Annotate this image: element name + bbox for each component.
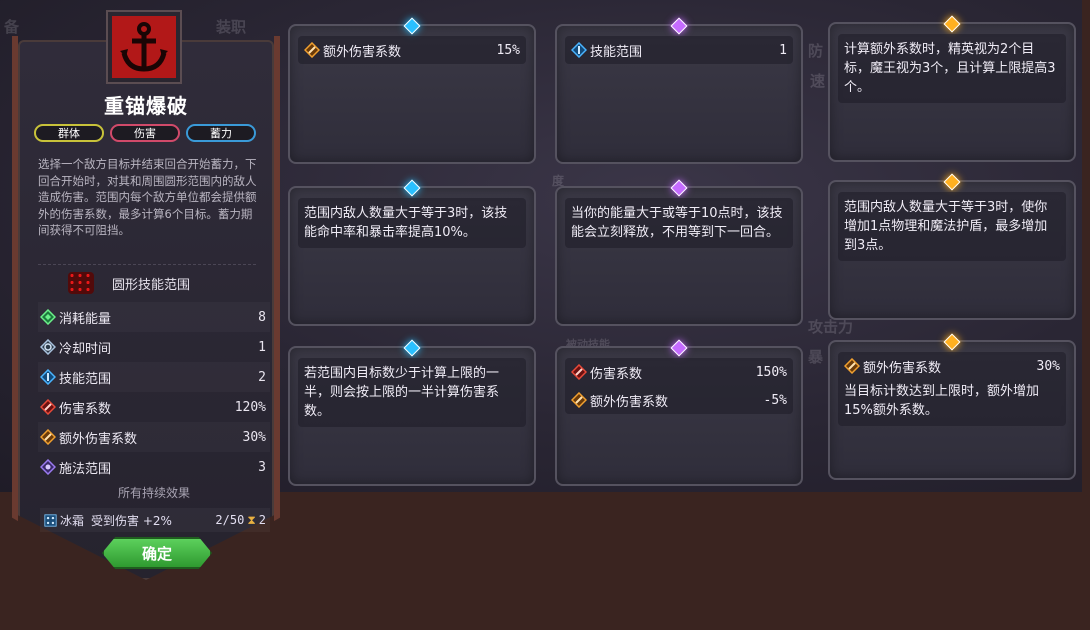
frost-icon: [44, 513, 57, 527]
card-stat-label: 额外伤害系数: [590, 394, 669, 410]
ghost-text: 暴: [808, 348, 824, 366]
stat-value: 120%: [234, 399, 266, 415]
background-lower: [280, 492, 1090, 630]
stat-value: 30%: [242, 429, 266, 445]
damage-icon: [571, 364, 587, 380]
stat-row-energy: 消耗能量 8: [38, 302, 270, 332]
card-text: 当你的能量大于或等于10点时，该技能会立刻释放，不用等到下一回合。: [571, 206, 783, 240]
upgrade-card[interactable]: 当你的能量大于或等于10点时，该技能会立刻释放，不用等到下一回合。: [555, 179, 803, 326]
ghost-text: 防: [808, 42, 824, 60]
anchor-icon: [108, 12, 180, 82]
tag-charge: 蓄力: [186, 124, 256, 142]
upgrade-card[interactable]: 若范围内目标数少于计算上限的一半，则会按上限的一半计算伤害系数。: [288, 339, 536, 486]
card-content: 伤害系数 150% 额外伤害系数 -5%: [565, 358, 793, 414]
effect-desc: 受到伤害 +2%: [91, 513, 172, 528]
upgrade-card[interactable]: 范围内敌人数量大于等于3时，该技能命中率和暴击率提高10%。: [288, 179, 536, 326]
upgrade-card[interactable]: 计算额外系数时，精英视为2个目标，魔王视为3个，且计算上限提高3个。: [828, 15, 1076, 162]
stat-label: 额外伤害系数: [59, 431, 138, 447]
card-content: 范围内敌人数量大于等于3时，使你增加1点物理和魔法护盾，最多增加到3点。: [838, 192, 1066, 261]
damage-icon: [40, 399, 56, 415]
extra-damage-icon: [304, 42, 320, 58]
card-stat-value: 15%: [496, 42, 520, 58]
skill-tags: 群体 伤害 蓄力: [34, 124, 256, 142]
effect-turns: 2: [258, 513, 266, 527]
stat-label: 消耗能量: [59, 311, 112, 327]
card-stat-value: 1: [779, 42, 787, 58]
card-stat-label: 技能范围: [590, 44, 643, 60]
stat-value: 1: [258, 339, 266, 355]
card-stat-label: 额外伤害系数: [863, 360, 942, 376]
divider: [38, 264, 256, 265]
stat-value: 2: [258, 369, 266, 385]
stat-row-cooldown: 冷却时间 1: [38, 332, 270, 362]
stat-row-skill-range: 技能范围 2: [38, 362, 270, 392]
upgrade-card[interactable]: 范围内敌人数量大于等于3时，使你增加1点物理和魔法护盾，最多增加到3点。: [828, 173, 1076, 320]
card-text: 计算额外系数时，精英视为2个目标，魔王视为3个，且计算上限提高3个。: [844, 42, 1056, 95]
stat-value: 3: [258, 459, 266, 475]
hourglass-icon: ⧗: [247, 512, 256, 527]
skill-range-icon: [571, 42, 587, 58]
stat-label: 施法范围: [59, 461, 112, 477]
card-stat-value: -5%: [763, 392, 787, 408]
stat-value: 8: [258, 309, 266, 325]
extra-damage-icon: [571, 392, 587, 408]
stats-list: 消耗能量 8 冷却时间 1 技能范围 2 伤害系数 120% 额外伤害系数 30…: [38, 302, 270, 482]
confirm-button[interactable]: 确定: [102, 537, 212, 569]
skill-description: 选择一个敌方目标并结束回合开始蓄力，下回合开始时，对其和周围圆形范围内的敌人造成…: [38, 157, 257, 237]
lasting-effects-title: 所有持续效果: [117, 486, 190, 500]
card-content: 额外伤害系数 15%: [298, 36, 526, 64]
card-stat-label: 伤害系数: [590, 366, 643, 382]
stat-row-damage: 伤害系数 120%: [38, 392, 270, 422]
upgrade-card[interactable]: 技能范围 1: [555, 17, 803, 164]
card-stat-line: 技能范围 1: [565, 36, 793, 64]
ghost-text: 速: [810, 72, 826, 90]
range-shape-label: 圆形技能范围: [112, 277, 191, 293]
card-stat-line: 额外伤害系数 30%: [838, 352, 1066, 380]
card-content: 范围内敌人数量大于等于3时，该技能命中率和暴击率提高10%。: [298, 198, 526, 248]
upgrade-card[interactable]: 额外伤害系数 15%: [288, 17, 536, 164]
lasting-effect-row[interactable]: 冰霜 受到伤害 +2% 2/50 ⧗ 2: [40, 508, 270, 532]
card-stat-line: 额外伤害系数 -5%: [565, 386, 793, 414]
card-content: 计算额外系数时，精英视为2个目标，魔王视为3个，且计算上限提高3个。: [838, 34, 1066, 103]
card-content: 若范围内目标数少于计算上限的一半，则会按上限的一半计算伤害系数。: [298, 358, 526, 427]
circle-range-icon: [68, 272, 94, 294]
tag-group: 群体: [34, 124, 104, 142]
card-text: 范围内敌人数量大于等于3时，使你增加1点物理和魔法护盾，最多增加到3点。: [844, 200, 1048, 253]
stat-label: 伤害系数: [59, 401, 112, 417]
skill-detail-panel: 重锚爆破 群体 伤害 蓄力 选择一个敌方目标并结束回合开始蓄力，下回合开始时，对…: [12, 0, 280, 630]
card-content: 技能范围 1: [565, 36, 793, 64]
skill-range-icon: [40, 369, 56, 385]
extra-damage-icon: [844, 358, 860, 374]
range-shape-row: 圆形技能范围: [68, 272, 190, 294]
upgrade-card[interactable]: 额外伤害系数 30% 当目标计数达到上限时，额外增加15%额外系数。: [828, 333, 1076, 480]
extra-damage-icon: [40, 429, 56, 445]
card-stat-label: 额外伤害系数: [323, 44, 402, 60]
card-text: 范围内敌人数量大于等于3时，该技能命中率和暴击率提高10%。: [304, 206, 508, 240]
card-stat-line: 伤害系数 150%: [565, 358, 793, 386]
card-text: 若范围内目标数少于计算上限的一半，则会按上限的一半计算伤害系数。: [304, 366, 500, 419]
card-stat-value: 150%: [755, 364, 787, 380]
upgrade-card[interactable]: 伤害系数 150% 额外伤害系数 -5%: [555, 339, 803, 486]
card-stat-value: 30%: [1036, 358, 1060, 374]
card-content: 当你的能量大于或等于10点时，该技能会立刻释放，不用等到下一回合。: [565, 198, 793, 248]
effect-name: 冰霜: [60, 513, 85, 528]
energy-icon: [40, 309, 56, 325]
stat-row-extra-damage: 额外伤害系数 30%: [38, 422, 270, 452]
cast-range-icon: [40, 459, 56, 475]
skill-title: 重锚爆破: [104, 94, 188, 118]
card-content: 额外伤害系数 30% 当目标计数达到上限时，额外增加15%额外系数。: [838, 352, 1066, 426]
tag-damage: 伤害: [110, 124, 180, 142]
effect-stacks: 2/50: [215, 513, 245, 527]
card-stat-line: 额外伤害系数 15%: [298, 36, 526, 64]
card-text: 当目标计数达到上限时，额外增加15%额外系数。: [844, 384, 1040, 418]
cooldown-icon: [40, 339, 56, 355]
stat-row-cast-range: 施法范围 3: [38, 452, 270, 482]
stat-label: 冷却时间: [59, 341, 112, 357]
stat-label: 技能范围: [59, 371, 112, 387]
background-strip: [1082, 0, 1090, 492]
